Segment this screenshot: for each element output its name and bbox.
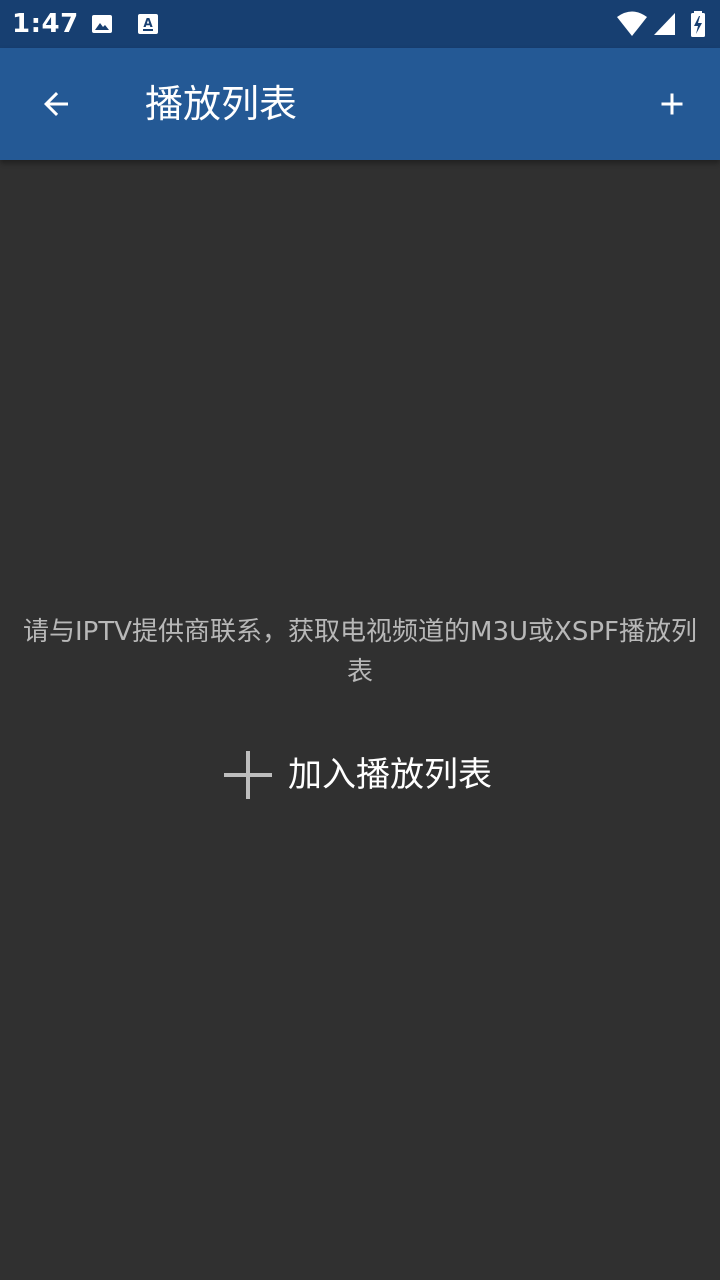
add-playlist-toolbar-button[interactable] [640, 72, 704, 136]
arrow-left-icon [44, 92, 68, 116]
plus-icon [661, 93, 683, 115]
app-bar: 播放列表 [0, 48, 720, 160]
svg-text:A: A [143, 16, 153, 30]
accessibility-a-icon: A [138, 14, 158, 34]
status-time: 1:47 [12, 9, 79, 39]
back-button[interactable] [24, 72, 88, 136]
image-icon [92, 15, 112, 33]
empty-state-message: 请与IPTV提供商联系，获取电视频道的M3U或XSPF播放列表 [23, 617, 697, 687]
signal-icon [654, 13, 675, 35]
wifi-icon [617, 11, 647, 36]
status-bar: 1:47 A [0, 0, 720, 48]
battery-charging-icon [691, 11, 705, 37]
add-playlist-label: 加入播放列表 [288, 755, 492, 795]
playlist-screen: 1:47 A 播放列表 请与IPTV提供商联系，获取电视频道的M3U或XSPF播… [0, 0, 720, 1280]
add-playlist-button[interactable]: 加入播放列表 [210, 740, 510, 810]
page-title: 播放列表 [145, 82, 298, 126]
plus-icon [224, 751, 272, 799]
